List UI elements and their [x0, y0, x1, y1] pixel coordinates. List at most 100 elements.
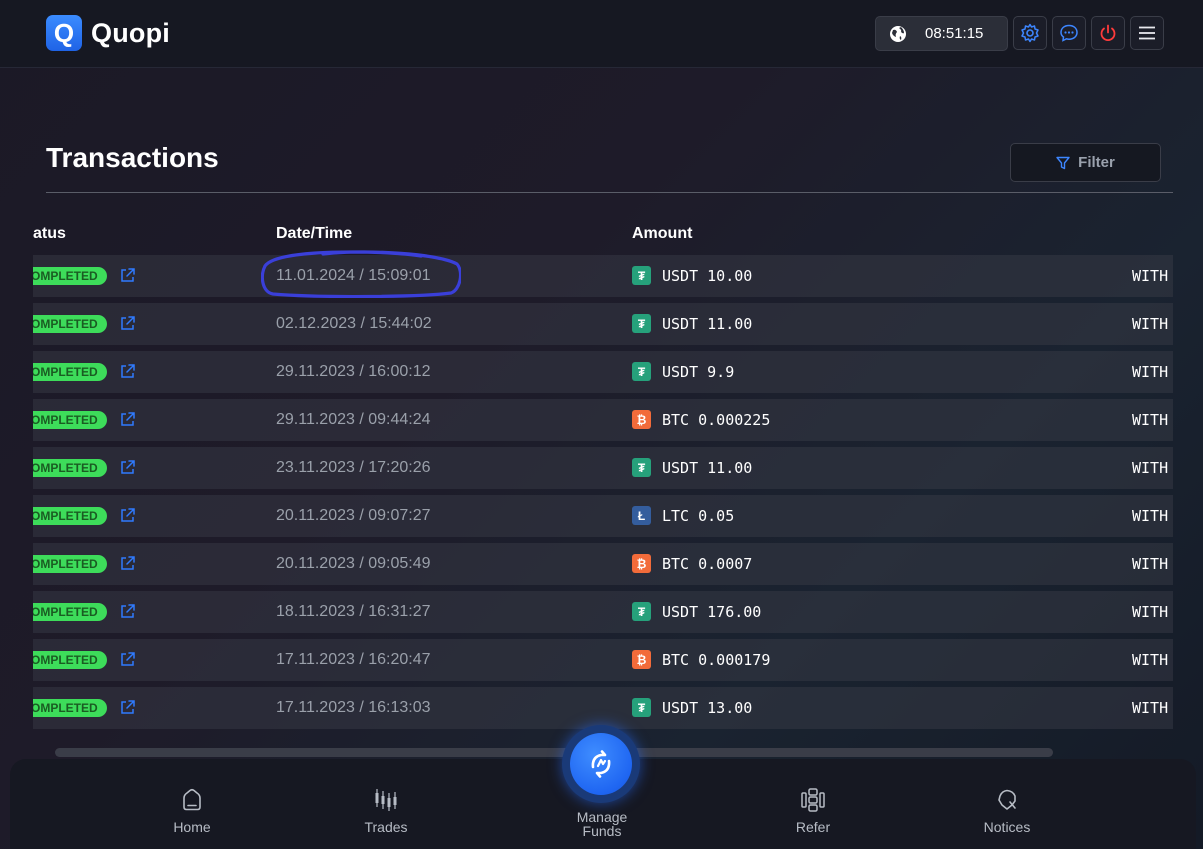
- transaction-datetime: 02.12.2023 / 15:44:02: [276, 315, 432, 332]
- page-title: Transactions: [46, 142, 219, 173]
- nav-trades[interactable]: Trades: [336, 787, 436, 835]
- transaction-datetime: 29.11.2023 / 16:00:12: [276, 363, 431, 380]
- transaction-type: WITH: [1132, 267, 1169, 285]
- logo-text: Quopi: [91, 17, 170, 48]
- external-link-icon[interactable]: [119, 699, 136, 716]
- table-row[interactable]: OMPLETED 29.11.2023 / 09:44:24 ₿ BTC 0.0002…: [33, 399, 1173, 441]
- transaction-type: WITH: [1132, 315, 1169, 333]
- external-link-icon[interactable]: [119, 459, 136, 476]
- transaction-type: WITH: [1132, 507, 1169, 525]
- gear-icon: [1021, 23, 1039, 43]
- settings-button[interactable]: [1013, 16, 1047, 50]
- transaction-type: WITH: [1132, 411, 1169, 429]
- nav-trades-label: Trades: [364, 819, 408, 835]
- external-link-icon[interactable]: [119, 555, 136, 572]
- nav-notices-label: Notices: [983, 819, 1031, 835]
- transaction-datetime: 17.11.2023 / 16:13:03: [276, 699, 431, 716]
- usdt-coin-icon: ₮: [632, 698, 651, 717]
- table-row[interactable]: OMPLETED 18.11.2023 / 16:31:27 ₮ USDT 176.0…: [33, 591, 1173, 633]
- status-badge: OMPLETED: [33, 699, 107, 717]
- usdt-coin-icon: ₮: [632, 458, 651, 477]
- usdt-coin-icon: ₮: [632, 602, 651, 621]
- usdt-coin-icon: ₮: [632, 362, 651, 381]
- filter-label: Filter: [1078, 154, 1115, 171]
- exchange-icon: [591, 750, 611, 778]
- external-link-icon[interactable]: [119, 267, 136, 284]
- transaction-amount: USDT 176.00: [662, 603, 762, 621]
- nav-home-label: Home: [173, 819, 211, 835]
- transaction-datetime: 17.11.2023 / 16:20:47: [276, 651, 431, 668]
- transaction-datetime: 29.11.2023 / 09:44:24: [276, 411, 431, 428]
- column-status[interactable]: atus: [33, 225, 66, 243]
- transaction-datetime: 23.11.2023 / 17:20:26: [276, 459, 431, 476]
- status-badge: OMPLETED: [33, 459, 107, 477]
- table-row[interactable]: OMPLETED 20.11.2023 / 09:07:27 Ł LTC 0.05 WI…: [33, 495, 1173, 537]
- power-button[interactable]: [1091, 16, 1125, 50]
- transaction-type: WITH: [1132, 363, 1169, 381]
- ltc-coin-icon: Ł: [632, 506, 651, 525]
- btc-coin-icon: ₿: [632, 650, 651, 669]
- filter-icon: [1056, 156, 1070, 169]
- clock-time: 08:51:15: [925, 25, 984, 42]
- usdt-coin-icon: ₮: [632, 266, 651, 285]
- transaction-amount: BTC 0.0007: [662, 555, 753, 573]
- logo-mark: Q: [46, 15, 82, 51]
- table-header: atus Date/Time Amount: [33, 215, 1173, 251]
- status-badge: OMPLETED: [33, 507, 107, 525]
- external-link-icon[interactable]: [119, 363, 136, 380]
- external-link-icon[interactable]: [119, 315, 136, 332]
- home-icon: [183, 788, 201, 811]
- status-badge: OMPLETED: [33, 411, 107, 429]
- external-link-icon[interactable]: [119, 507, 136, 524]
- usdt-coin-icon: ₮: [632, 314, 651, 333]
- external-link-icon[interactable]: [119, 651, 136, 668]
- power-icon: [1100, 24, 1116, 42]
- external-link-icon[interactable]: [119, 603, 136, 620]
- manage-funds-label: Manage Funds: [576, 809, 628, 839]
- globe-icon: [890, 25, 906, 42]
- external-link-icon[interactable]: [119, 411, 136, 428]
- nav-notices[interactable]: Notices: [957, 787, 1057, 835]
- table-row[interactable]: OMPLETED 29.11.2023 / 16:00:12 ₮ USDT 9.9 WI…: [33, 351, 1173, 393]
- menu-button[interactable]: [1130, 16, 1164, 50]
- transaction-amount: BTC 0.000225: [662, 411, 771, 429]
- column-amount[interactable]: Amount: [632, 225, 692, 243]
- nav-refer[interactable]: Refer: [763, 787, 863, 835]
- btc-coin-icon: ₿: [632, 410, 651, 429]
- transaction-type: WITH: [1132, 555, 1169, 573]
- manage-funds-inner: [570, 733, 632, 795]
- clock-widget[interactable]: 08:51:15: [875, 16, 1008, 51]
- status-badge: OMPLETED: [33, 555, 107, 573]
- horizontal-scrollbar[interactable]: [55, 748, 1053, 757]
- transaction-type: WITH: [1132, 603, 1169, 621]
- transaction-type: WITH: [1132, 651, 1169, 669]
- table-row[interactable]: OMPLETED 17.11.2023 / 16:13:03 ₮ USDT 13.00…: [33, 687, 1173, 729]
- table-row[interactable]: OMPLETED 20.11.2023 / 09:05:49 ₿ BTC 0.0007…: [33, 543, 1173, 585]
- status-badge: OMPLETED: [33, 651, 107, 669]
- transaction-amount: USDT 13.00: [662, 699, 753, 717]
- nav-home[interactable]: Home: [142, 787, 242, 835]
- filter-button[interactable]: Filter: [1010, 143, 1161, 182]
- transaction-amount: USDT 11.00: [662, 315, 753, 333]
- manage-funds-button[interactable]: [562, 725, 640, 803]
- chat-button[interactable]: [1052, 16, 1086, 50]
- hamburger-icon: [1139, 26, 1155, 40]
- nav-refer-label: Refer: [795, 819, 831, 835]
- table-row[interactable]: OMPLETED 23.11.2023 / 17:20:26 ₮ USDT 11.00…: [33, 447, 1173, 489]
- transaction-type: WITH: [1132, 699, 1169, 717]
- bell-icon: [998, 789, 1016, 810]
- column-datetime[interactable]: Date/Time: [276, 225, 352, 243]
- transaction-amount: USDT 10.00: [662, 267, 753, 285]
- status-badge: OMPLETED: [33, 603, 107, 621]
- transaction-amount: USDT 11.00: [662, 459, 753, 477]
- logo[interactable]: Q Quopi: [46, 15, 170, 51]
- table-row[interactable]: OMPLETED 02.12.2023 / 15:44:02 ₮ USDT 11.00…: [33, 303, 1173, 345]
- table-row[interactable]: OMPLETED 17.11.2023 / 16:20:47 ₿ BTC 0.0001…: [33, 639, 1173, 681]
- transaction-amount: LTC 0.05: [662, 507, 735, 525]
- candles-icon: [375, 789, 397, 811]
- refer-icon: [801, 788, 825, 812]
- transaction-datetime: 11.01.2024 / 15:09:01: [276, 267, 431, 284]
- top-bar: Q Quopi 08:51:15: [0, 0, 1203, 68]
- table-row[interactable]: OMPLETED 11.01.2024 / 15:09:01 ₮ USDT 10.00…: [33, 255, 1173, 297]
- transaction-datetime: 20.11.2023 / 09:07:27: [276, 507, 431, 524]
